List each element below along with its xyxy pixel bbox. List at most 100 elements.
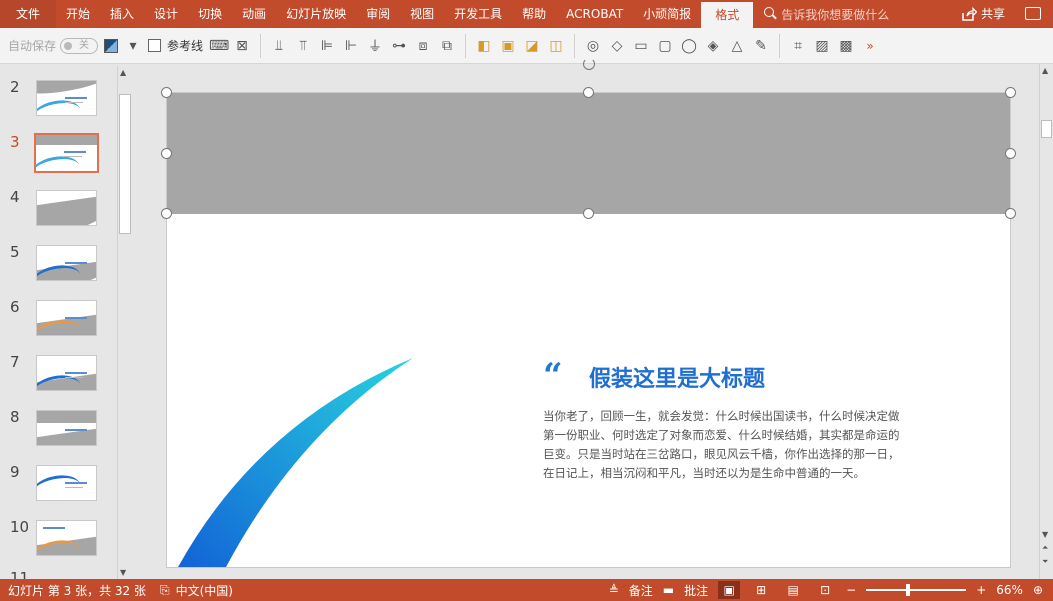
theme-color-icon[interactable] <box>104 38 119 53</box>
tab-home[interactable]: 开始 <box>56 0 100 28</box>
thumbnail-image[interactable] <box>36 465 97 501</box>
zoom-slider-knob[interactable] <box>906 584 911 596</box>
crop-icon[interactable]: ⌗ <box>789 38 807 54</box>
comment-icon[interactable] <box>1025 7 1041 20</box>
thumbnail-image[interactable] <box>36 190 97 226</box>
group-icon[interactable]: ◪ <box>523 38 541 54</box>
tab-slideshow[interactable]: 幻灯片放映 <box>276 0 356 28</box>
tab-design[interactable]: 设计 <box>144 0 188 28</box>
align-center-icon[interactable]: ⏚ <box>366 36 384 56</box>
shape-fill-icon[interactable]: ◈ <box>704 38 722 54</box>
thumbnail-row[interactable]: 8 <box>0 408 118 458</box>
resize-handle-r[interactable] <box>1005 148 1016 159</box>
slideshow-icon[interactable]: ⊡ <box>814 581 836 599</box>
thumbnails-scrollbar[interactable]: ▲ ▼ <box>117 66 132 579</box>
tab-help[interactable]: 帮助 <box>512 0 556 28</box>
thumbnail-row[interactable]: 5 <box>0 243 118 293</box>
thumbnail-image[interactable] <box>36 520 97 556</box>
tab-acrobat[interactable]: ACROBAT <box>556 0 633 28</box>
thumbnail-image[interactable] <box>36 245 97 281</box>
thumbnail-row[interactable]: 6 <box>0 298 118 348</box>
tab-file[interactable]: 文件 <box>0 0 57 28</box>
align-right-icon[interactable]: ⊩ <box>342 38 360 54</box>
fit-slide-icon[interactable]: ⊕ <box>1033 583 1043 597</box>
align-left-icon[interactable]: ⊫ <box>318 38 336 54</box>
oval-icon[interactable]: ◯ <box>680 38 698 54</box>
thumbnail-row-current[interactable]: 3 <box>0 133 118 183</box>
resize-handle-tr[interactable] <box>1005 87 1016 98</box>
tab-animations[interactable]: 动画 <box>232 0 276 28</box>
slide-sorter-icon[interactable]: ⊞ <box>750 581 772 599</box>
rounded-rect-icon[interactable]: ▢ <box>656 38 674 54</box>
thumbnail-row[interactable]: 7 <box>0 353 118 403</box>
selection-pane-icon[interactable]: ◫ <box>547 38 565 54</box>
distribute-v-icon[interactable]: ⧉ <box>438 38 456 54</box>
bring-forward-icon[interactable]: ◧ <box>475 38 493 54</box>
picture-gray-icon[interactable]: ▩ <box>837 38 855 54</box>
thumbnail-row[interactable]: 9 <box>0 463 118 513</box>
thumbnail-image[interactable] <box>36 300 97 336</box>
normal-view-icon[interactable]: ▣ <box>718 581 741 599</box>
tab-xiaowan[interactable]: 小顽简报 <box>633 0 701 28</box>
dropdown-arrow-icon[interactable]: ▾ <box>124 38 142 54</box>
align-top-icon[interactable]: ⫪ <box>294 38 312 54</box>
tab-transitions[interactable]: 切换 <box>188 0 232 28</box>
edit-shape-icon[interactable]: ◇ <box>608 38 626 54</box>
comments-button[interactable]: 批注 <box>684 582 708 599</box>
spell-check-icon[interactable]: ⎘ <box>160 583 170 598</box>
thumbnail-image[interactable] <box>36 80 97 116</box>
tab-review[interactable]: 审阅 <box>356 0 400 28</box>
tell-me-box[interactable]: 告诉我你想要做什么 <box>753 6 889 23</box>
autosave-toggle[interactable]: 关 <box>60 37 99 54</box>
align-bottom-icon[interactable]: ⫫ <box>270 38 288 54</box>
resize-handle-tl[interactable] <box>161 87 172 98</box>
prev-slide-icon[interactable]: ⏶ <box>1042 543 1048 553</box>
resize-handle-l[interactable] <box>161 148 172 159</box>
tab-view[interactable]: 视图 <box>400 0 444 28</box>
reading-view-icon[interactable]: ▤ <box>782 581 804 599</box>
thumbnail-row[interactable]: 10 <box>0 518 118 568</box>
picture-icon[interactable]: ▨ <box>813 38 831 54</box>
distribute-h-icon[interactable]: ⧈ <box>414 38 432 54</box>
next-slide-icon[interactable]: ⏷ <box>1042 557 1048 567</box>
thumbnail-image[interactable] <box>36 355 97 391</box>
scroll-down-icon[interactable]: ▼ <box>1042 530 1048 539</box>
tab-insert[interactable]: 插入 <box>100 0 144 28</box>
language-indicator[interactable]: 中文(中国) <box>176 582 233 599</box>
scrollbar-thumb[interactable] <box>1041 120 1052 138</box>
slide-title[interactable]: 假装这里是大标题 <box>589 361 765 393</box>
zoom-slider[interactable] <box>866 584 967 596</box>
guides-checkbox[interactable] <box>148 39 162 52</box>
thumbnail-row[interactable]: 2 <box>0 78 118 128</box>
scroll-up-icon[interactable]: ▲ <box>1042 66 1048 75</box>
scroll-down-icon[interactable]: ▼ <box>120 568 126 577</box>
zoom-out-icon[interactable]: − <box>846 583 856 597</box>
thumbnail-row[interactable]: 11 <box>0 569 118 579</box>
rotate-handle-icon[interactable] <box>583 58 595 70</box>
send-backward-icon[interactable]: ▣ <box>499 38 517 54</box>
resize-handle-br[interactable] <box>1005 208 1016 219</box>
resize-handle-t[interactable] <box>583 87 594 98</box>
slide-canvas[interactable]: “ 假装这里是大标题 当你老了，回顾一生，就会发觉：什么时候出国读书，什么时候决… <box>166 92 1011 568</box>
close-box-icon[interactable]: ⊠ <box>233 38 251 54</box>
thumbnail-row[interactable]: 4 <box>0 188 118 238</box>
more-icon[interactable]: » <box>861 39 879 53</box>
share-button[interactable]: 共享 <box>961 0 1005 28</box>
notes-button[interactable]: 备注 <box>629 582 653 599</box>
rectangle-icon[interactable]: ▭ <box>632 38 650 54</box>
shape-effects-icon[interactable]: △ <box>728 38 746 54</box>
format-painter-icon[interactable]: ✎ <box>752 38 770 54</box>
keyboard-icon[interactable]: ⌨ <box>209 38 229 54</box>
slide-body-text[interactable]: 当你老了，回顾一生，就会发觉：什么时候出国读书，什么时候决定做第一份职业、何时选… <box>543 407 903 483</box>
align-middle-icon[interactable]: ⊶ <box>390 38 408 54</box>
merge-shapes-icon[interactable]: ◎ <box>584 38 602 54</box>
zoom-in-icon[interactable]: + <box>976 583 986 597</box>
thumbnail-image[interactable] <box>36 410 97 446</box>
resize-handle-b[interactable] <box>583 208 594 219</box>
tab-format[interactable]: 格式 <box>701 2 754 28</box>
scrollbar-thumb[interactable] <box>119 94 131 234</box>
editor-scrollbar[interactable]: ▲ ▼ ⏶ ⏷ <box>1039 64 1053 579</box>
resize-handle-bl[interactable] <box>161 208 172 219</box>
scroll-up-icon[interactable]: ▲ <box>120 68 126 77</box>
thumbnail-image-current[interactable] <box>34 133 99 173</box>
